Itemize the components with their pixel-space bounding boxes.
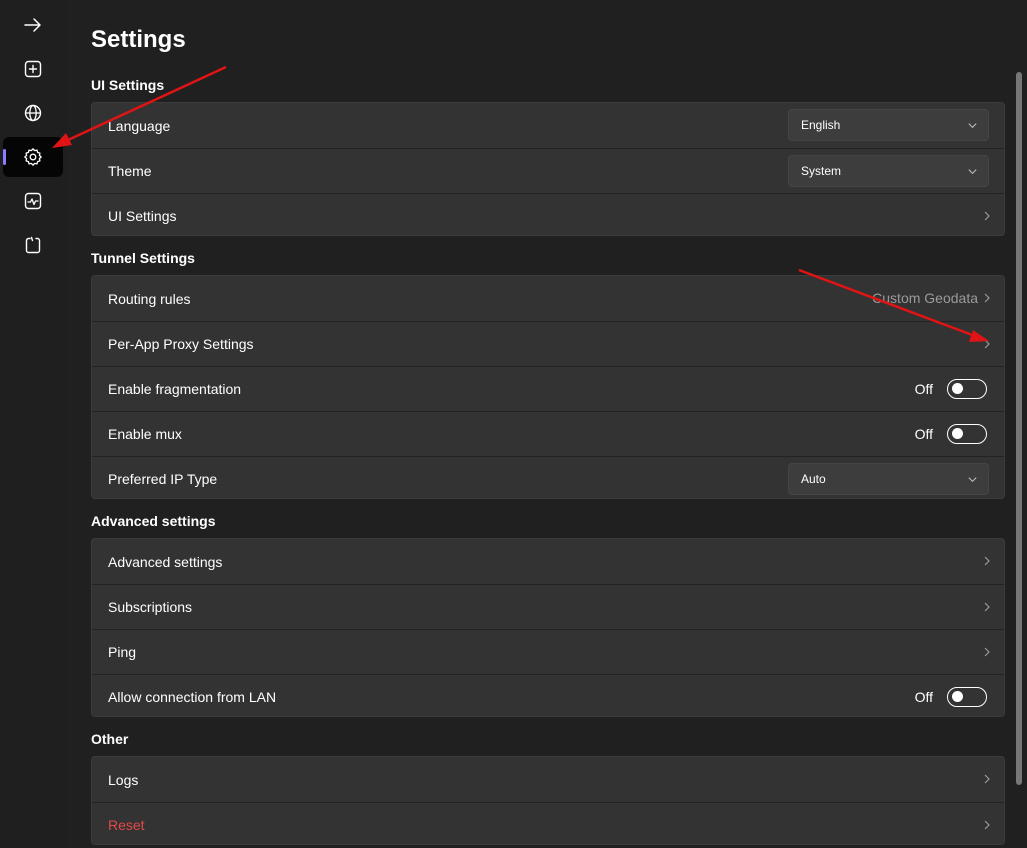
ip-type-select[interactable]: Auto — [788, 463, 989, 495]
per-app-proxy-row[interactable]: Per-App Proxy Settings — [92, 321, 1004, 366]
vertical-scrollbar[interactable] — [1016, 72, 1022, 785]
ui-settings-card: Language English Theme System UI Setting… — [91, 102, 1005, 236]
nav-settings[interactable] — [3, 137, 63, 177]
nav-arrow-right[interactable] — [3, 5, 63, 45]
section-title-advanced: Advanced settings — [91, 513, 216, 529]
section-title-ui: UI Settings — [91, 77, 165, 93]
advanced-settings-row[interactable]: Advanced settings — [92, 539, 1004, 584]
ui-settings-label: UI Settings — [108, 208, 177, 224]
nav-globe[interactable] — [3, 93, 63, 133]
language-select-value: English — [801, 118, 841, 132]
ping-label: Ping — [108, 644, 137, 660]
sidebar — [0, 0, 67, 848]
fragmentation-row: Enable fragmentation Off — [92, 366, 1004, 411]
ip-type-label: Preferred IP Type — [108, 471, 218, 487]
section-title-tunnel: Tunnel Settings — [91, 250, 195, 266]
chevron-down-icon — [968, 477, 977, 483]
reset-label: Reset — [108, 817, 145, 833]
mux-toggle-group: Off — [915, 424, 987, 444]
logs-row[interactable]: Logs — [92, 757, 1004, 802]
ip-type-select-value: Auto — [801, 472, 826, 486]
theme-select[interactable]: System — [788, 155, 989, 187]
advanced-settings-label: Advanced settings — [108, 553, 223, 570]
reset-row[interactable]: Reset — [92, 802, 1004, 844]
chevron-right-icon — [984, 556, 990, 566]
language-label: Language — [108, 117, 171, 134]
other-card: Logs Reset — [91, 756, 1005, 845]
fragmentation-state: Off — [914, 381, 933, 397]
chevron-right-icon — [984, 293, 990, 303]
theme-row: Theme System — [92, 148, 1004, 193]
per-app-proxy-label: Per-App Proxy Settings — [108, 336, 254, 352]
add-square-icon — [24, 60, 42, 78]
subscriptions-row[interactable]: Subscriptions — [92, 584, 1004, 629]
arrow-right-icon — [24, 18, 41, 32]
ping-row[interactable]: Ping — [92, 629, 1004, 674]
language-row: Language English — [92, 103, 1004, 148]
gear-icon — [24, 148, 42, 166]
chevron-down-icon — [968, 123, 977, 129]
routing-rules-value: Custom Geodata — [872, 290, 978, 306]
chevron-right-icon — [984, 647, 990, 657]
chevron-right-icon — [984, 339, 990, 349]
page-title: Settings — [91, 26, 186, 53]
routing-rules-row[interactable]: Routing rules Custom Geodata — [92, 276, 1004, 321]
lan-toggle[interactable] — [947, 687, 987, 707]
chevron-right-icon — [984, 774, 990, 784]
routing-rules-label: Routing rules — [108, 290, 191, 307]
mux-row: Enable mux Off — [92, 411, 1004, 456]
toggle-knob — [952, 691, 963, 702]
settings-page: Settings UI Settings Language English Th… — [67, 0, 1027, 848]
ui-settings-row[interactable]: UI Settings — [92, 193, 1004, 235]
clipboard-icon — [25, 236, 41, 254]
ip-type-row: Preferred IP Type Auto — [92, 456, 1004, 498]
chevron-right-icon — [984, 602, 990, 612]
fragmentation-label: Enable fragmentation — [108, 381, 242, 397]
lan-state: Off — [914, 689, 933, 705]
toggle-knob — [952, 428, 963, 439]
chevron-right-icon — [984, 820, 990, 830]
nav-add-profile[interactable] — [3, 49, 63, 89]
toggle-knob — [952, 383, 963, 394]
activity-monitor-icon — [24, 192, 42, 210]
section-title-other: Other — [91, 731, 129, 747]
lan-row: Allow connection from LAN Off — [92, 674, 1004, 716]
mux-toggle[interactable] — [947, 424, 987, 444]
mux-state: Off — [914, 426, 933, 442]
globe-icon — [24, 104, 42, 122]
chevron-right-icon — [984, 211, 990, 221]
logs-label: Logs — [108, 771, 139, 788]
tunnel-settings-card: Routing rules Custom Geodata Per-App Pro… — [91, 275, 1005, 499]
theme-select-value: System — [801, 164, 842, 178]
nav-logs[interactable] — [3, 225, 63, 265]
chevron-down-icon — [968, 169, 977, 175]
nav-monitor[interactable] — [3, 181, 63, 221]
lan-toggle-group: Off — [915, 687, 987, 707]
mux-label: Enable mux — [108, 426, 182, 442]
advanced-settings-card: Advanced settings Subscriptions Ping All… — [91, 538, 1005, 717]
theme-label: Theme — [108, 163, 152, 179]
fragmentation-toggle[interactable] — [947, 379, 987, 399]
lan-label: Allow connection from LAN — [108, 689, 277, 705]
fragmentation-toggle-group: Off — [915, 379, 987, 399]
language-select[interactable]: English — [788, 109, 989, 141]
subscriptions-label: Subscriptions — [108, 599, 193, 615]
